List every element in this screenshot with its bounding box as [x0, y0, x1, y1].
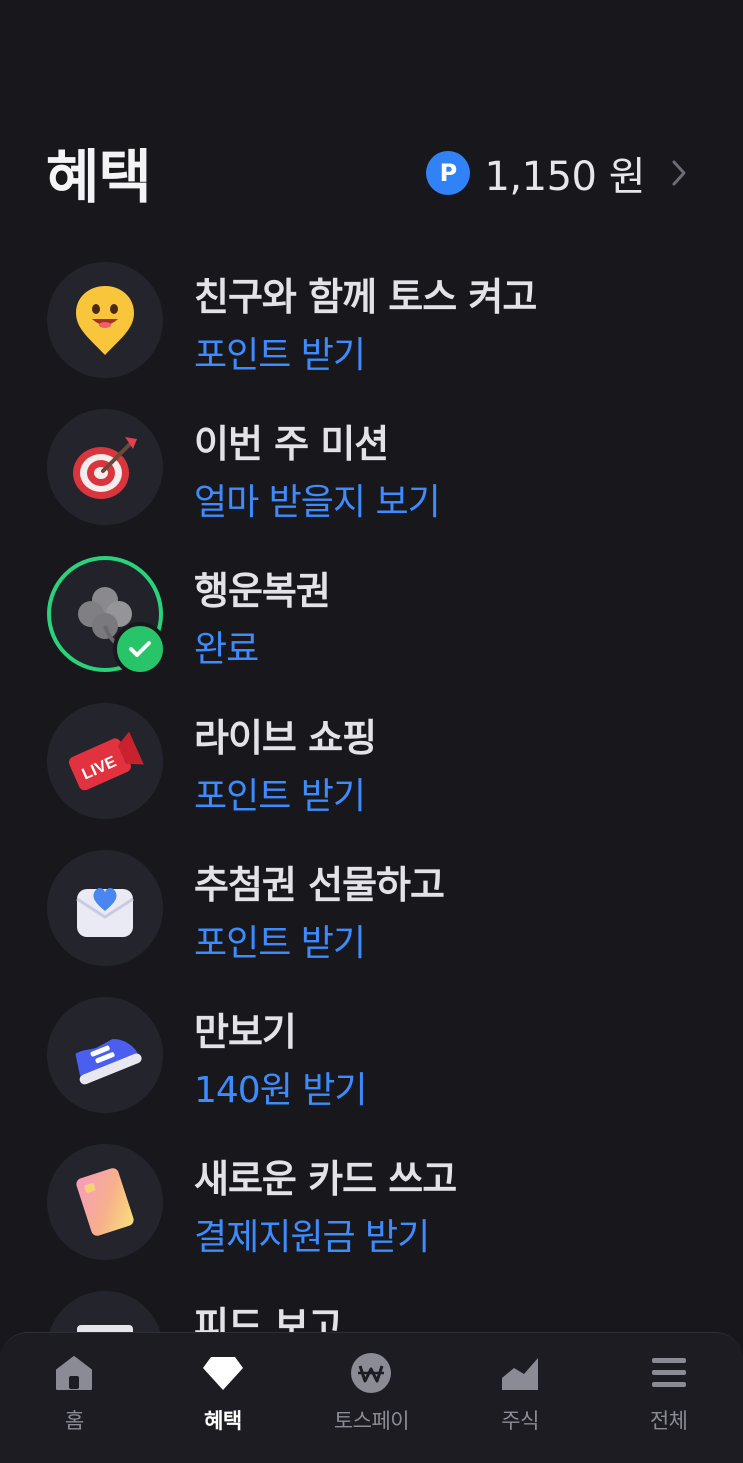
sneaker-icon: [47, 997, 163, 1113]
tab-all[interactable]: 전체: [594, 1333, 743, 1463]
item-title: 추첨권 선물하고: [194, 863, 445, 907]
item-action-link[interactable]: 결제지원금 받기: [194, 1208, 430, 1260]
item-title: 행운복권: [194, 569, 331, 613]
tab-stocks[interactable]: 주식: [446, 1333, 595, 1463]
live-tag-icon: LIVE: [47, 703, 163, 819]
page-title: 혜택: [46, 143, 152, 211]
list-item-gift-ticket[interactable]: 추첨권 선물하고 포인트 받기: [0, 850, 743, 997]
item-status: 완료: [194, 629, 259, 670]
item-title: 만보기: [194, 1010, 297, 1054]
tab-home[interactable]: 홈: [0, 1333, 149, 1463]
check-icon: [113, 622, 167, 676]
list-item-pedometer[interactable]: 만보기 140원 받기: [0, 997, 743, 1144]
item-title: 이번 주 미션: [194, 422, 389, 466]
won-coin-icon: [349, 1351, 393, 1395]
item-title: 라이브 쇼핑: [194, 716, 377, 760]
clover-icon: [47, 556, 167, 676]
bottom-tab-bar: 홈 혜택 토스페이 주식 전체: [0, 1332, 743, 1463]
tab-label: 주식: [501, 1409, 539, 1433]
tab-label: 토스페이: [333, 1409, 410, 1433]
list-item-new-card[interactable]: 새로운 카드 쓰고 결제지원금 받기: [0, 1144, 743, 1291]
item-action-link[interactable]: 얼마 받을지 보기: [194, 473, 441, 525]
heart-envelope-icon: [47, 850, 163, 966]
card-icon: [47, 1144, 163, 1260]
menu-icon: [647, 1351, 691, 1395]
points-balance-button[interactable]: P 1,150 원: [426, 145, 699, 201]
home-icon: [52, 1351, 96, 1395]
benefits-list: 친구와 함께 토스 켜고 포인트 받기 이번 주 미션 얼마 받을지 보기 행운…: [0, 262, 743, 1438]
stock-chart-icon: [498, 1351, 542, 1395]
item-action-link[interactable]: 포인트 받기: [194, 914, 366, 966]
item-title: 새로운 카드 쓰고: [194, 1157, 457, 1201]
list-item-live-shopping[interactable]: LIVE 라이브 쇼핑 포인트 받기: [0, 703, 743, 850]
item-action-link[interactable]: 140원 받기: [194, 1061, 368, 1113]
item-action-link[interactable]: 포인트 받기: [194, 326, 366, 378]
target-dart-icon: [47, 409, 163, 525]
list-item-lucky-lottery[interactable]: 행운복권 완료: [0, 556, 743, 703]
points-badge-icon: P: [426, 151, 471, 195]
tab-label: 홈: [64, 1409, 84, 1433]
list-item-invite-friends[interactable]: 친구와 함께 토스 켜고 포인트 받기: [0, 262, 743, 409]
tab-label: 혜택: [204, 1409, 242, 1433]
chevron-right-icon: [659, 159, 699, 187]
item-action-link[interactable]: 포인트 받기: [194, 767, 366, 819]
list-item-weekly-mission[interactable]: 이번 주 미션 얼마 받을지 보기: [0, 409, 743, 556]
tab-label: 전체: [649, 1409, 688, 1433]
tab-tosspay[interactable]: 토스페이: [297, 1333, 446, 1463]
points-amount: 1,150 원: [484, 154, 645, 200]
item-title: 친구와 함께 토스 켜고: [194, 275, 537, 319]
header: 혜택 P 1,150 원: [0, 0, 743, 240]
smiley-pin-icon: [47, 262, 163, 378]
tab-benefits[interactable]: 혜택: [149, 1333, 298, 1463]
diamond-icon: [201, 1351, 245, 1395]
